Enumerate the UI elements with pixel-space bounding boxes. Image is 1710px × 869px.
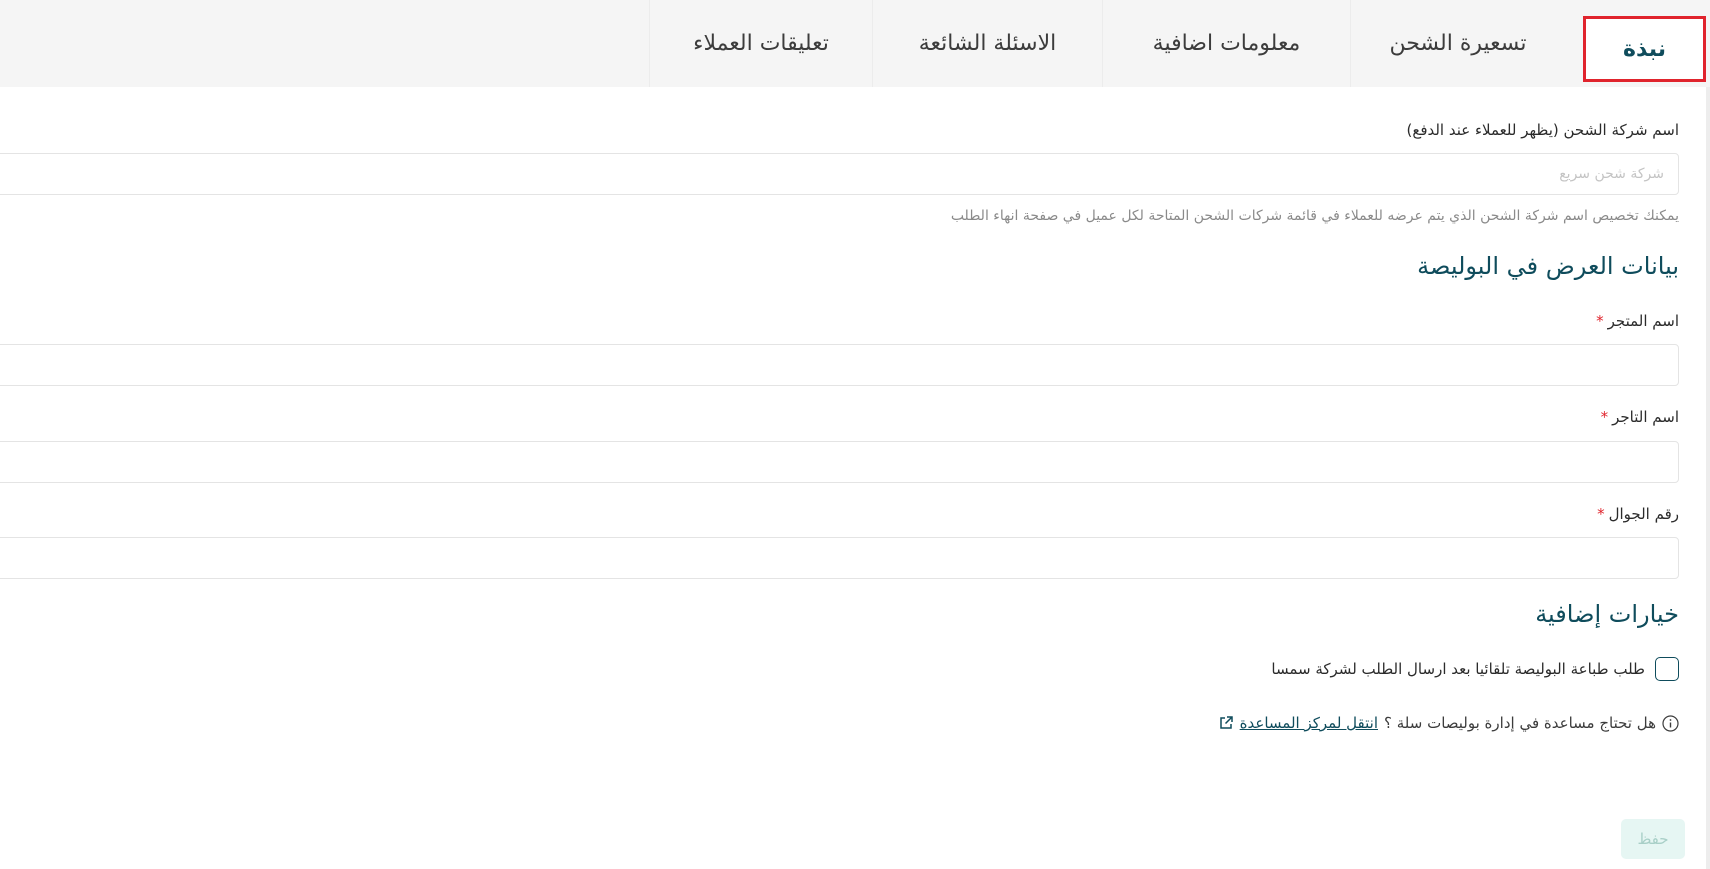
tab-customer-reviews-label: تعليقات العملاء — [693, 31, 829, 56]
info-icon — [1662, 714, 1679, 732]
company-name-hint: يمكنك تخصيص اسم شركة الشحن الذي يتم عرضه… — [950, 208, 1679, 224]
tab-additional-info-label: معلومات اضافية — [1152, 31, 1301, 56]
company-name-label: اسم شركة الشحن (يظهر للعملاء عند الدفع) — [1406, 121, 1679, 139]
auto-print-option: طلب طباعة البوليصة تلقائيا بعد ارسال الط… — [1271, 657, 1679, 681]
external-link-icon[interactable] — [1218, 715, 1234, 731]
auto-print-label: طلب طباعة البوليصة تلقائيا بعد ارسال الط… — [1271, 660, 1645, 678]
mobile-input[interactable] — [0, 537, 1679, 579]
tab-overview-label: نبذة — [1623, 36, 1666, 62]
company-name-input[interactable] — [0, 153, 1679, 195]
tab-faq[interactable]: الاسئلة الشائعة — [872, 0, 1102, 87]
merchant-name-label: اسم التاجر* — [1601, 408, 1679, 426]
tab-shipping-pricing-label: تسعيرة الشحن — [1389, 31, 1527, 56]
tab-bar: نبذة تسعيرة الشحن معلومات اضافية الاسئلة… — [0, 0, 1710, 87]
tab-overview[interactable]: نبذة — [1583, 16, 1706, 82]
help-row: هل تحتاج مساعدة في إدارة بوليصات سلة ؟ ا… — [1218, 714, 1679, 732]
required-mark: * — [1596, 312, 1604, 330]
store-name-input[interactable] — [0, 344, 1679, 386]
help-center-link[interactable]: انتقل لمركز المساعدة — [1240, 714, 1378, 732]
auto-print-checkbox[interactable] — [1655, 657, 1679, 681]
mobile-label: رقم الجوال* — [1597, 505, 1679, 523]
tab-faq-label: الاسئلة الشائعة — [918, 31, 1057, 56]
store-name-label-text: اسم المتجر — [1607, 312, 1679, 330]
merchant-name-input[interactable] — [0, 441, 1679, 483]
merchant-name-label-text: اسم التاجر — [1612, 408, 1679, 426]
tab-customer-reviews[interactable]: تعليقات العملاء — [649, 0, 872, 87]
save-button[interactable]: حفظ — [1621, 819, 1685, 859]
required-mark: * — [1597, 505, 1605, 523]
store-name-label: اسم المتجر* — [1596, 312, 1679, 330]
extra-options-title: خيارات إضافية — [1535, 600, 1679, 628]
help-text: هل تحتاج مساعدة في إدارة بوليصات سلة ؟ — [1384, 714, 1656, 732]
tab-additional-info[interactable]: معلومات اضافية — [1102, 0, 1350, 87]
tab-shipping-pricing[interactable]: تسعيرة الشحن — [1350, 0, 1565, 87]
mobile-label-text: رقم الجوال — [1608, 505, 1679, 523]
scrollbar-track[interactable] — [1706, 87, 1710, 869]
shipping-settings-page: نبذة تسعيرة الشحن معلومات اضافية الاسئلة… — [0, 0, 1710, 869]
waybill-section-title: بيانات العرض في البوليصة — [1417, 252, 1679, 280]
required-mark: * — [1600, 408, 1609, 426]
